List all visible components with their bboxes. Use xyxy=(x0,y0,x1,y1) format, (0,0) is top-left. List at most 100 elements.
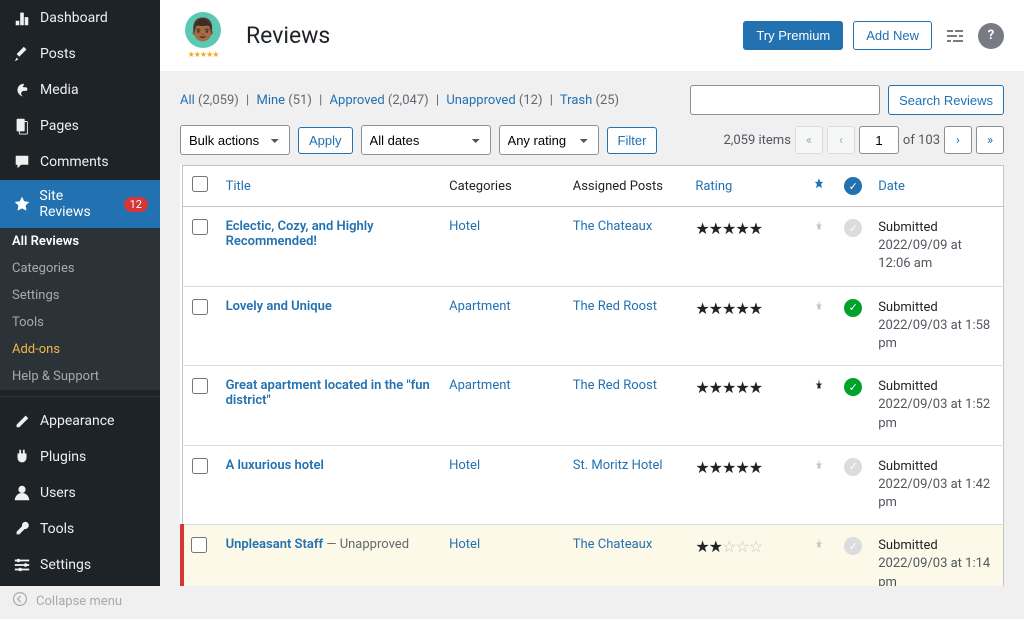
assigned-link[interactable]: St. Moritz Hotel xyxy=(573,458,663,473)
verify-icon[interactable]: ✓ xyxy=(844,537,862,555)
filter-approved[interactable]: Approved xyxy=(330,93,385,108)
search-button[interactable]: Search Reviews xyxy=(888,85,1004,115)
verify-icon[interactable]: ✓ xyxy=(844,378,862,396)
appearance-icon xyxy=(12,411,32,431)
date-value: 2022/09/03 at 1:14 pm xyxy=(878,556,990,586)
sidebar-item-users[interactable]: Users xyxy=(0,475,160,511)
category-link[interactable]: Hotel xyxy=(449,537,480,552)
help-icon[interactable]: ? xyxy=(978,23,1004,49)
sidebar-item-label: Dashboard xyxy=(40,10,108,26)
sidebar-item-settings[interactable]: Settings xyxy=(0,547,160,583)
row-checkbox[interactable] xyxy=(192,378,208,394)
first-page-button[interactable]: « xyxy=(795,126,823,154)
current-page-input[interactable] xyxy=(859,126,899,154)
category-link[interactable]: Apartment xyxy=(449,378,511,393)
prev-page-button[interactable]: ‹ xyxy=(827,126,855,154)
col-rating[interactable]: Rating xyxy=(695,179,732,194)
sliders-icon xyxy=(12,555,32,575)
screen-options-icon[interactable] xyxy=(942,23,968,49)
pin-icon[interactable] xyxy=(812,540,826,555)
date-filter-select[interactable]: All dates xyxy=(361,125,491,155)
star-icon xyxy=(12,194,31,214)
plugin-logo: 👨🏾 ★★★★★ xyxy=(180,12,226,59)
search-input[interactable] xyxy=(690,85,880,115)
topbar: 👨🏾 ★★★★★ Reviews Try Premium Add New ? xyxy=(160,0,1024,71)
pin-icon xyxy=(812,180,826,195)
review-title-link[interactable]: Lovely and Unique xyxy=(226,299,332,314)
verify-icon[interactable]: ✓ xyxy=(844,299,862,317)
sidebar-item-pages[interactable]: Pages xyxy=(0,108,160,144)
sidebar-item-label: Tools xyxy=(40,521,74,537)
submenu-item-all-reviews[interactable]: All Reviews xyxy=(0,228,160,255)
next-page-button[interactable]: › xyxy=(944,126,972,154)
review-title-link[interactable]: Unpleasant Staff xyxy=(226,537,324,552)
row-checkbox[interactable] xyxy=(192,299,208,315)
sidebar-item-comments[interactable]: Comments xyxy=(0,144,160,180)
assigned-link[interactable]: The Red Roost xyxy=(573,378,657,393)
submenu-item-add-ons[interactable]: Add-ons xyxy=(0,336,160,363)
assigned-link[interactable]: The Chateaux xyxy=(573,537,653,552)
badge: 12 xyxy=(124,197,148,212)
collapse-menu[interactable]: Collapse menu xyxy=(0,583,160,619)
sidebar-item-plugins[interactable]: Plugins xyxy=(0,439,160,475)
sidebar-item-site-reviews[interactable]: Site Reviews 12 xyxy=(0,180,160,228)
sidebar-item-dashboard[interactable]: Dashboard xyxy=(0,0,160,36)
pin-icon[interactable] xyxy=(812,302,826,317)
assigned-link[interactable]: The Chateaux xyxy=(573,219,653,234)
sidebar-item-label: Pages xyxy=(40,118,79,134)
date-value: 2022/09/03 at 1:52 pm xyxy=(878,397,990,430)
date-value: 2022/09/03 at 1:58 pm xyxy=(878,318,990,351)
filter-trash[interactable]: Trash xyxy=(560,93,592,108)
select-all-checkbox[interactable] xyxy=(192,176,208,192)
row-checkbox[interactable] xyxy=(192,219,208,235)
sidebar-item-label: Media xyxy=(40,82,79,98)
submenu-item-categories[interactable]: Categories xyxy=(0,255,160,282)
pin-icon[interactable] xyxy=(812,381,826,396)
category-link[interactable]: Apartment xyxy=(449,299,511,314)
sidebar-item-appearance[interactable]: Appearance xyxy=(0,403,160,439)
review-title-link[interactable]: A luxurious hotel xyxy=(226,458,324,473)
row-checkbox[interactable] xyxy=(191,537,207,553)
sidebar-item-media[interactable]: Media xyxy=(0,72,160,108)
review-title-link[interactable]: Eclectic, Cozy, and Highly Recommended! xyxy=(226,219,374,249)
sidebar-item-label: Plugins xyxy=(40,449,86,465)
table-row: Unpleasant Staff — Unapproved Hotel The Ch… xyxy=(182,525,1004,586)
sidebar-item-posts[interactable]: Posts xyxy=(0,36,160,72)
col-date[interactable]: Date xyxy=(878,179,905,194)
add-new-button[interactable]: Add New xyxy=(853,21,932,50)
assigned-link[interactable]: The Red Roost xyxy=(573,299,657,314)
rating-stars: ★★☆☆☆ xyxy=(695,537,762,556)
table-row: A luxurious hotelHotelSt. Moritz Hotel★★… xyxy=(182,445,1004,525)
pin-icon[interactable] xyxy=(812,461,826,476)
verify-icon[interactable]: ✓ xyxy=(844,458,862,476)
filter-button[interactable]: Filter xyxy=(607,127,658,154)
status-tag: — Unapproved xyxy=(326,537,409,552)
admin-sidebar: DashboardPostsMediaPagesCommentsSite Rev… xyxy=(0,0,160,586)
sidebar-item-label: Site Reviews xyxy=(39,188,115,220)
filter-all[interactable]: All xyxy=(180,93,195,108)
rating-stars: ★★★★★ xyxy=(695,299,762,318)
apply-button[interactable]: Apply xyxy=(298,127,353,154)
media-icon xyxy=(12,80,32,100)
review-title-link[interactable]: Great apartment located in the "fun dist… xyxy=(226,378,430,408)
total-pages: of 103 xyxy=(903,133,940,148)
comment-icon xyxy=(12,152,32,172)
submenu-item-settings[interactable]: Settings xyxy=(0,282,160,309)
date-label: Submitted xyxy=(878,219,995,237)
last-page-button[interactable]: » xyxy=(976,126,1004,154)
col-title[interactable]: Title xyxy=(226,179,251,194)
bulk-actions-select[interactable]: Bulk actions xyxy=(180,125,290,155)
filter-mine[interactable]: Mine xyxy=(256,93,285,108)
row-checkbox[interactable] xyxy=(192,458,208,474)
submenu-item-tools[interactable]: Tools xyxy=(0,309,160,336)
sidebar-item-tools[interactable]: Tools xyxy=(0,511,160,547)
submenu-item-help-support[interactable]: Help & Support xyxy=(0,363,160,390)
try-premium-button[interactable]: Try Premium xyxy=(743,21,843,50)
category-link[interactable]: Hotel xyxy=(449,458,480,473)
verify-icon[interactable]: ✓ xyxy=(844,219,862,237)
filter-unapproved[interactable]: Unapproved xyxy=(446,93,515,108)
category-link[interactable]: Hotel xyxy=(449,219,480,234)
table-row: Lovely and Unique Apartment The Red Roost ★… xyxy=(182,286,1004,366)
rating-filter-select[interactable]: Any rating xyxy=(499,125,599,155)
pin-icon[interactable] xyxy=(812,222,826,237)
